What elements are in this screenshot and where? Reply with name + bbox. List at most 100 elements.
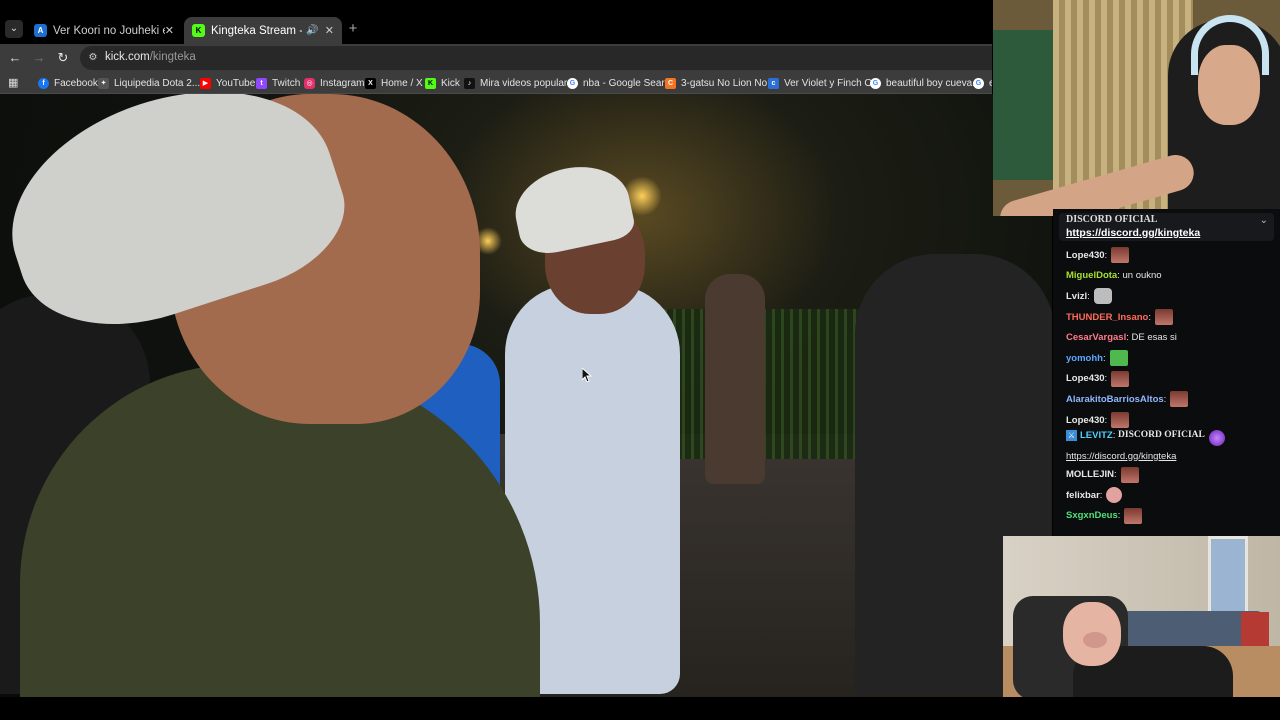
emote-icon [1111,370,1130,387]
bookmark-label: Mira videos popular... [480,77,576,89]
emote-icon [1111,247,1130,264]
new-tab-plus-icon[interactable]: + [346,20,360,38]
chat-message-list: Lope430: MiguelDota: un oukno Lvizl: THU… [1066,245,1276,526]
bookmark-youtube[interactable]: ▶ YouTube [200,76,255,90]
chat-username[interactable]: Lvizl [1066,291,1087,302]
chat-username[interactable]: felixbar [1066,490,1100,501]
bookmark-label: Kick [441,77,460,89]
speaker-icon[interactable]: 🔊 [306,25,318,36]
chat-message: yomohh: [1066,348,1276,369]
letterbox-bar [0,697,1280,720]
url-path: /kingteka [149,51,196,63]
cat-emote-icon [1093,288,1112,305]
bookmark-3-gatsu[interactable]: C 3-gatsu No Lion No... [665,76,776,90]
chat-message: MOLLEJIN: [1066,464,1276,485]
bookmark-label: Twitch [272,77,301,89]
bookmark-label: Home / X [381,77,423,89]
moderator-badge-icon: ⚔ [1066,430,1077,442]
pinned-message[interactable]: DISCORD OFICIAL https://discord.gg/kingt… [1059,213,1274,241]
bookmark-label: 3-gatsu No Lion No... [681,77,776,89]
bookmark-liquipedia[interactable]: ✦ Liquipedia Dota 2... [98,76,200,90]
site-favicon-icon: A [34,24,47,37]
emote-icon [1120,466,1139,483]
close-tab-icon[interactable]: ✕ [165,24,174,37]
bookmark-instagram[interactable]: ◎ Instagram [304,76,364,90]
bookmark-x[interactable]: X Home / X [365,76,423,90]
facebook-icon: f [38,77,49,89]
puke-emote-icon [1109,350,1128,367]
discord-link[interactable]: https://discord.gg/kingteka [1066,451,1276,462]
reload-icon[interactable]: ↻ [54,49,72,67]
chevron-down-icon[interactable]: ⌄ [1260,215,1268,226]
chat-text: DE esas si [1131,332,1177,344]
pig-snout [1083,632,1107,648]
tiktok-icon: ♪ [464,77,475,89]
chat-message-discord: ⚔ LEVITZ: DISCORD OFICIAL https://discor… [1066,430,1276,464]
chat-message: MiguelDota: un oukno [1066,270,1162,282]
bookmark-label: Liquipedia Dota 2... [114,77,201,89]
chat-username[interactable]: MiguelDota [1066,270,1117,281]
bookmark-label: Facebook [54,77,98,89]
forward-arrow-icon[interactable]: → [30,49,48,67]
google-icon: G [870,77,881,89]
bookmark-label: Ver Violet y Finch O... [784,77,881,89]
youtube-icon: ▶ [200,77,211,89]
bookmark-beautiful-boy[interactable]: G beautiful boy cueva... [870,76,981,90]
bookmark-facebook[interactable]: f Facebook [38,76,98,90]
chat-message: Lope430: [1066,369,1276,390]
pinned-discord-link[interactable]: https://discord.gg/kingteka [1066,227,1200,239]
bookmark-tiktok[interactable]: ♪ Mira videos popular... [464,76,575,90]
crunchyroll-icon: C [665,77,676,89]
chat-message: Lope430: [1066,245,1276,266]
chat-username[interactable]: Lope430 [1066,373,1105,384]
apps-grid-icon[interactable]: ▦ [8,77,20,89]
webcam-background-bin [1241,612,1269,650]
close-tab-icon[interactable]: ✕ [325,24,334,37]
chat-username[interactable]: AlarakitoBarriosAltos [1066,394,1164,405]
bookmark-violet-finch[interactable]: c Ver Violet y Finch O... [768,76,881,90]
chat-message: felixbar: [1066,485,1276,506]
back-arrow-icon[interactable]: ← [6,49,24,67]
bookmark-label: beautiful boy cueva... [886,77,981,89]
bookmark-nba-google[interactable]: G nba - Google Search [567,76,675,90]
chat-message: SxgxnDeus: [1066,506,1276,527]
google-icon: G [973,77,984,89]
chat-message: THUNDER_Insano: [1066,307,1276,328]
chat-message: Lope430: [1066,410,1276,431]
chat-text: un oukno [1122,270,1162,282]
chat-username[interactable]: SxgxnDeus [1066,510,1118,521]
chat-username[interactable]: yomohh [1066,353,1103,364]
chat-username[interactable]: Lope430 [1066,415,1105,426]
tab-kingteka-stream[interactable]: K Kingteka Stream - Watch Live 🔊 ✕ [184,17,342,44]
site-info-icon[interactable]: ⚙ [86,51,100,65]
browser-toolbar: ← → ↻ ⚙ kick.com/kingteka [0,44,992,72]
chat-message: AlarakitoBarriosAltos: [1066,389,1276,410]
browser-tab-strip: ⌄ A Ver Koori no Jouheki episodio 1 ✕ K … [0,0,992,44]
address-bar[interactable]: ⚙ kick.com/kingteka [80,46,992,70]
chat-message: CesarVargasl: DE esas si [1066,332,1177,344]
twitch-icon: t [256,77,267,89]
url-text: kick.com/kingteka [105,51,196,63]
emote-icon [1111,412,1130,429]
chat-username[interactable]: Lope430 [1066,250,1105,261]
liquipedia-icon: ✦ [98,77,109,89]
emote-icon [1124,507,1143,524]
emote-icon [1170,391,1189,408]
tab-koori-no-jouheki[interactable]: A Ver Koori no Jouheki episodio 1 ✕ [26,17,182,44]
chat-username[interactable]: CesarVargasl [1066,332,1126,343]
mouse-cursor-icon [582,368,592,382]
chat-username[interactable]: MOLLEJIN [1066,469,1114,480]
chat-panel: DISCORD OFICIAL https://discord.gg/kingt… [1053,209,1280,536]
chat-username[interactable]: THUNDER_Insano [1066,312,1148,323]
chat-username[interactable]: LEVITZ [1080,430,1113,441]
video-scene-person [705,274,765,484]
bookmark-twitch[interactable]: t Twitch [256,76,300,90]
kick-favicon-icon: K [192,24,205,37]
tab-search-chevron-icon[interactable]: ⌄ [5,20,23,38]
bookmark-el[interactable]: G el [973,76,992,90]
emote-icon [1154,309,1173,326]
bookmark-label: el [989,78,992,89]
emote-icon [1106,487,1123,504]
stream-video-player[interactable] [0,94,1052,697]
bookmark-kick[interactable]: K Kick [425,76,460,90]
